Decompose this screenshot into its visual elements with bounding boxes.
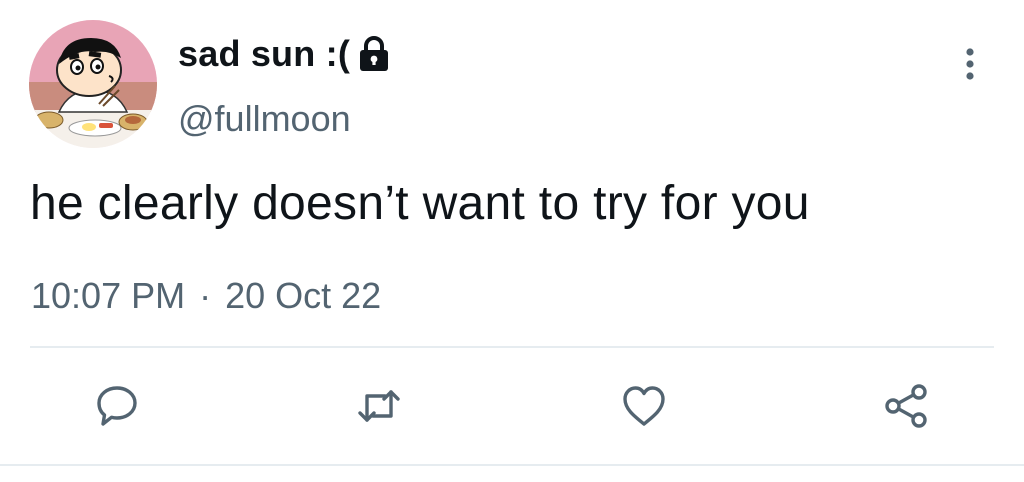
- share-icon: [885, 384, 927, 428]
- tweet-date[interactable]: 20 Oct 22: [225, 275, 381, 317]
- display-name-row[interactable]: sad sun :(: [178, 32, 394, 76]
- meta-separator: ·: [199, 275, 212, 316]
- tweet-timestamp[interactable]: 10:07 PM · 20 Oct 22: [31, 275, 381, 317]
- tweet-time[interactable]: 10:07 PM: [31, 275, 185, 317]
- share-button[interactable]: [883, 382, 931, 430]
- display-name[interactable]: sad sun :(: [178, 33, 350, 75]
- avatar-illustration: [29, 20, 157, 148]
- tweet-text: he clearly doesn’t want to try for you: [30, 177, 810, 230]
- user-handle[interactable]: @fullmoon: [178, 98, 351, 140]
- divider: [30, 346, 994, 348]
- heart-icon: [623, 386, 665, 426]
- reply-button[interactable]: [93, 382, 141, 430]
- retweet-icon: [358, 390, 400, 422]
- tweet-card: sad sun :( @fullmoon he clearly doesn’t …: [0, 0, 1024, 482]
- bottom-divider: [0, 464, 1024, 466]
- retweet-button[interactable]: [355, 382, 403, 430]
- like-button[interactable]: [620, 382, 668, 430]
- reply-icon: [97, 386, 137, 426]
- more-options-icon[interactable]: [958, 44, 982, 84]
- lock-icon: [354, 34, 394, 74]
- avatar[interactable]: [29, 20, 157, 148]
